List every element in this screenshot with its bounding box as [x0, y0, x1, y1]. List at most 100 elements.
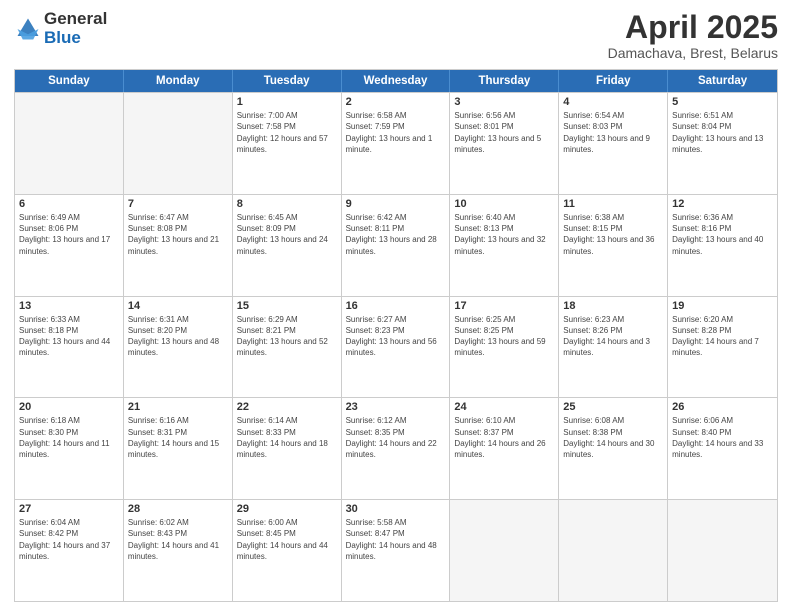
day-number: 20	[19, 401, 119, 413]
day-number: 23	[346, 401, 446, 413]
logo-text: General Blue	[44, 10, 107, 47]
calendar-cell: 13 Sunrise: 6:33 AM Sunset: 8:18 PM Dayli…	[15, 297, 124, 398]
day-info: Sunrise: 6:45 AM Sunset: 8:09 PM Dayligh…	[237, 212, 337, 257]
calendar-cell: 17 Sunrise: 6:25 AM Sunset: 8:25 PM Dayli…	[450, 297, 559, 398]
calendar-cell: 9 Sunrise: 6:42 AM Sunset: 8:11 PM Daylig…	[342, 195, 451, 296]
day-info: Sunrise: 6:23 AM Sunset: 8:26 PM Dayligh…	[563, 314, 663, 359]
day-info: Sunrise: 6:27 AM Sunset: 8:23 PM Dayligh…	[346, 314, 446, 359]
day-info: Sunrise: 6:06 AM Sunset: 8:40 PM Dayligh…	[672, 415, 773, 460]
day-number: 9	[346, 198, 446, 210]
day-info: Sunrise: 6:18 AM Sunset: 8:30 PM Dayligh…	[19, 415, 119, 460]
day-number: 5	[672, 96, 773, 108]
calendar-cell: 15Sunrise: 6:29 AM Sunset: 8:21 PM Dayli…	[233, 297, 342, 398]
day-number: 24	[454, 401, 554, 413]
calendar-cell	[15, 93, 124, 194]
day-info: Sunrise: 6:25 AM Sunset: 8:25 PM Dayligh…	[454, 314, 554, 359]
calendar-cell: 6 Sunrise: 6:49 AM Sunset: 8:06 PM Daylig…	[15, 195, 124, 296]
day-info: Sunrise: 6:16 AM Sunset: 8:31 PM Dayligh…	[128, 415, 228, 460]
calendar: SundayMondayTuesdayWednesdayThursdayFrid…	[14, 69, 778, 602]
day-number: 25	[563, 401, 663, 413]
calendar-cell: 12Sunrise: 6:36 AM Sunset: 8:16 PM Dayli…	[668, 195, 777, 296]
day-number: 28	[128, 503, 228, 515]
day-info: Sunrise: 6:58 AM Sunset: 7:59 PM Dayligh…	[346, 110, 446, 155]
day-number: 4	[563, 96, 663, 108]
day-number: 12	[672, 198, 773, 210]
day-info: Sunrise: 6:33 AM Sunset: 8:18 PM Dayligh…	[19, 314, 119, 359]
day-number: 29	[237, 503, 337, 515]
day-number: 19	[672, 300, 773, 312]
calendar-week: 13 Sunrise: 6:33 AM Sunset: 8:18 PM Dayli…	[15, 296, 777, 398]
location-subtitle: Damachava, Brest, Belarus	[608, 45, 778, 61]
calendar-cell: 18Sunrise: 6:23 AM Sunset: 8:26 PM Dayli…	[559, 297, 668, 398]
day-info: Sunrise: 6:02 AM Sunset: 8:43 PM Dayligh…	[128, 517, 228, 562]
calendar-cell: 22 Sunrise: 6:14 AM Sunset: 8:33 PM Dayli…	[233, 398, 342, 499]
calendar-cell: 14 Sunrise: 6:31 AM Sunset: 8:20 PM Dayli…	[124, 297, 233, 398]
calendar-cell: 20 Sunrise: 6:18 AM Sunset: 8:30 PM Dayli…	[15, 398, 124, 499]
calendar-cell	[124, 93, 233, 194]
day-number: 2	[346, 96, 446, 108]
calendar-cell: 21 Sunrise: 6:16 AM Sunset: 8:31 PM Dayli…	[124, 398, 233, 499]
logo: General Blue	[14, 10, 107, 47]
day-number: 7	[128, 198, 228, 210]
day-info: Sunrise: 6:00 AM Sunset: 8:45 PM Dayligh…	[237, 517, 337, 562]
day-info: Sunrise: 6:38 AM Sunset: 8:15 PM Dayligh…	[563, 212, 663, 257]
day-info: Sunrise: 6:42 AM Sunset: 8:11 PM Dayligh…	[346, 212, 446, 257]
header: General Blue April 2025 Damachava, Brest…	[14, 10, 778, 61]
calendar-cell: 8 Sunrise: 6:45 AM Sunset: 8:09 PM Daylig…	[233, 195, 342, 296]
calendar-cell: 26 Sunrise: 6:06 AM Sunset: 8:40 PM Dayli…	[668, 398, 777, 499]
day-info: Sunrise: 6:31 AM Sunset: 8:20 PM Dayligh…	[128, 314, 228, 359]
title-block: April 2025 Damachava, Brest, Belarus	[608, 10, 778, 61]
calendar-cell	[668, 500, 777, 601]
weekday-header: Friday	[559, 70, 668, 92]
day-info: Sunrise: 6:49 AM Sunset: 8:06 PM Dayligh…	[19, 212, 119, 257]
calendar-cell: 3 Sunrise: 6:56 AM Sunset: 8:01 PM Daylig…	[450, 93, 559, 194]
calendar-week: 1Sunrise: 7:00 AM Sunset: 7:58 PM Daylig…	[15, 92, 777, 194]
day-info: Sunrise: 6:56 AM Sunset: 8:01 PM Dayligh…	[454, 110, 554, 155]
day-number: 27	[19, 503, 119, 515]
day-info: Sunrise: 6:12 AM Sunset: 8:35 PM Dayligh…	[346, 415, 446, 460]
weekday-header: Saturday	[668, 70, 777, 92]
weekday-header: Sunday	[15, 70, 124, 92]
month-title: April 2025	[608, 10, 778, 45]
calendar-week: 6 Sunrise: 6:49 AM Sunset: 8:06 PM Daylig…	[15, 194, 777, 296]
calendar-cell: 27Sunrise: 6:04 AM Sunset: 8:42 PM Dayli…	[15, 500, 124, 601]
day-info: Sunrise: 6:54 AM Sunset: 8:03 PM Dayligh…	[563, 110, 663, 155]
day-number: 6	[19, 198, 119, 210]
day-info: Sunrise: 6:10 AM Sunset: 8:37 PM Dayligh…	[454, 415, 554, 460]
logo-blue: Blue	[44, 29, 107, 48]
page: General Blue April 2025 Damachava, Brest…	[0, 0, 792, 612]
day-number: 13	[19, 300, 119, 312]
day-number: 26	[672, 401, 773, 413]
day-number: 16	[346, 300, 446, 312]
calendar-cell: 1Sunrise: 7:00 AM Sunset: 7:58 PM Daylig…	[233, 93, 342, 194]
day-number: 1	[237, 96, 337, 108]
day-number: 8	[237, 198, 337, 210]
calendar-header: SundayMondayTuesdayWednesdayThursdayFrid…	[15, 70, 777, 92]
calendar-cell: 16 Sunrise: 6:27 AM Sunset: 8:23 PM Dayli…	[342, 297, 451, 398]
day-number: 15	[237, 300, 337, 312]
calendar-cell: 2 Sunrise: 6:58 AM Sunset: 7:59 PM Daylig…	[342, 93, 451, 194]
calendar-cell: 29 Sunrise: 6:00 AM Sunset: 8:45 PM Dayli…	[233, 500, 342, 601]
day-info: Sunrise: 6:14 AM Sunset: 8:33 PM Dayligh…	[237, 415, 337, 460]
day-info: Sunrise: 6:47 AM Sunset: 8:08 PM Dayligh…	[128, 212, 228, 257]
calendar-cell: 30 Sunrise: 5:58 AM Sunset: 8:47 PM Dayli…	[342, 500, 451, 601]
day-info: Sunrise: 5:58 AM Sunset: 8:47 PM Dayligh…	[346, 517, 446, 562]
weekday-header: Tuesday	[233, 70, 342, 92]
day-number: 22	[237, 401, 337, 413]
day-info: Sunrise: 6:08 AM Sunset: 8:38 PM Dayligh…	[563, 415, 663, 460]
day-number: 14	[128, 300, 228, 312]
logo-general: General	[44, 10, 107, 29]
day-number: 11	[563, 198, 663, 210]
day-number: 3	[454, 96, 554, 108]
day-info: Sunrise: 6:20 AM Sunset: 8:28 PM Dayligh…	[672, 314, 773, 359]
calendar-body: 1Sunrise: 7:00 AM Sunset: 7:58 PM Daylig…	[15, 92, 777, 601]
calendar-cell: 10Sunrise: 6:40 AM Sunset: 8:13 PM Dayli…	[450, 195, 559, 296]
day-number: 30	[346, 503, 446, 515]
calendar-cell: 11 Sunrise: 6:38 AM Sunset: 8:15 PM Dayli…	[559, 195, 668, 296]
day-number: 17	[454, 300, 554, 312]
weekday-header: Wednesday	[342, 70, 451, 92]
day-number: 21	[128, 401, 228, 413]
calendar-week: 27Sunrise: 6:04 AM Sunset: 8:42 PM Dayli…	[15, 499, 777, 601]
calendar-cell: 28 Sunrise: 6:02 AM Sunset: 8:43 PM Dayli…	[124, 500, 233, 601]
logo-icon	[14, 15, 42, 43]
